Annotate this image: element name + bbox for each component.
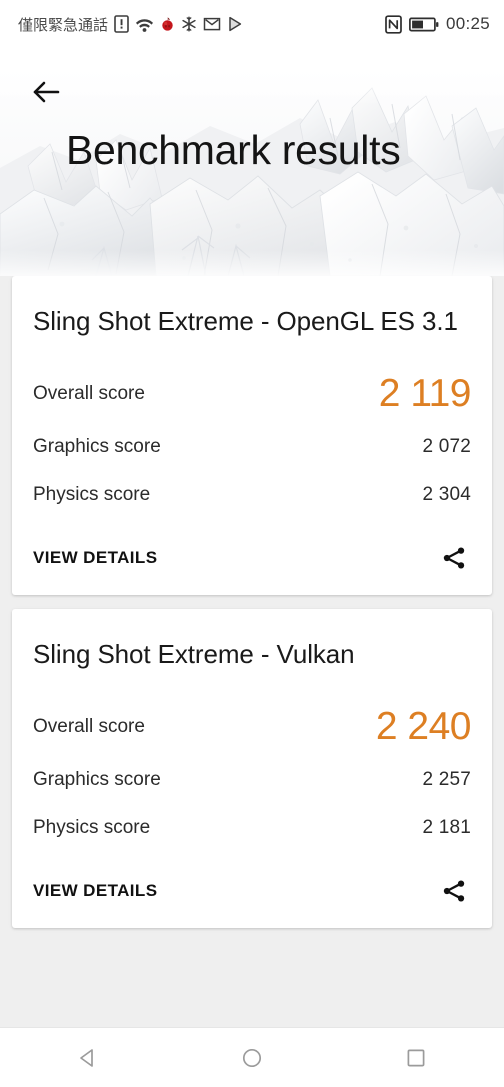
card-title: Sling Shot Extreme - OpenGL ES 3.1 bbox=[33, 306, 458, 336]
wifi-icon bbox=[135, 15, 154, 33]
recents-square-icon bbox=[407, 1049, 425, 1066]
score-list: Overall score 2 240 Graphics score 2 257… bbox=[33, 678, 472, 852]
score-row-overall: Overall score 2 119 bbox=[33, 365, 472, 423]
card-actions: VIEW DETAILS bbox=[33, 521, 471, 595]
card-title: Sling Shot Extreme - Vulkan bbox=[33, 639, 355, 669]
back-button[interactable] bbox=[20, 68, 72, 116]
results-list: Sling Shot Extreme - OpenGL ES 3.1 Overa… bbox=[0, 276, 504, 1027]
score-label: Graphics score bbox=[33, 769, 161, 790]
score-label: Physics score bbox=[33, 484, 151, 505]
score-value: 2 072 bbox=[422, 436, 471, 457]
back-triangle-icon bbox=[80, 1048, 93, 1067]
overall-score-value: 2 119 bbox=[378, 372, 472, 415]
share-icon bbox=[443, 547, 465, 569]
share-button[interactable] bbox=[437, 874, 471, 908]
back-arrow-icon bbox=[33, 81, 60, 103]
overall-score-value: 2 240 bbox=[375, 705, 472, 748]
status-bar-left: 僅限緊急通話 bbox=[18, 14, 243, 35]
page-title: Benchmark results bbox=[66, 127, 401, 173]
nfc-icon bbox=[385, 14, 402, 34]
benchmark-result-card[interactable]: Sling Shot Extreme - OpenGL ES 3.1 Overa… bbox=[12, 276, 492, 595]
benchmark-result-card[interactable]: Sling Shot Extreme - Vulkan Overall scor… bbox=[12, 609, 492, 928]
card-actions: VIEW DETAILS bbox=[33, 854, 471, 928]
score-row-graphics: Graphics score 2 072 bbox=[33, 423, 471, 471]
android-navigation-bar bbox=[0, 1027, 504, 1087]
nav-recents-button[interactable] bbox=[388, 1030, 444, 1086]
carrier-label: 僅限緊急通話 bbox=[18, 15, 109, 34]
app-notification-icon bbox=[160, 15, 175, 33]
view-details-button[interactable]: VIEW DETAILS bbox=[33, 548, 157, 568]
score-label: Overall score bbox=[33, 716, 145, 737]
clock-label: 00:25 bbox=[445, 14, 490, 33]
sim-alert-icon bbox=[114, 15, 129, 33]
score-row-graphics: Graphics score 2 257 bbox=[33, 756, 471, 804]
score-value: 2 304 bbox=[422, 484, 471, 505]
gmail-icon bbox=[203, 15, 221, 33]
status-bar-right: 00:25 bbox=[385, 14, 490, 34]
share-icon bbox=[443, 880, 465, 902]
score-label: Overall score bbox=[33, 383, 145, 404]
battery-icon bbox=[409, 16, 439, 33]
phone-screen: 僅限緊急通話 00:25 Benchmark results Sling Sho… bbox=[0, 0, 504, 1087]
status-bar: 僅限緊急通話 00:25 bbox=[0, 0, 504, 48]
score-row-physics: Physics score 2 181 bbox=[33, 804, 471, 852]
share-button[interactable] bbox=[437, 541, 471, 575]
score-list: Overall score 2 119 Graphics score 2 072… bbox=[33, 345, 472, 519]
score-value: 2 257 bbox=[422, 769, 471, 790]
nav-home-button[interactable] bbox=[224, 1030, 280, 1086]
play-store-icon bbox=[227, 15, 243, 33]
snowflake-icon bbox=[181, 15, 197, 33]
page-header: Benchmark results bbox=[0, 48, 504, 276]
score-label: Graphics score bbox=[33, 436, 161, 457]
score-label: Physics score bbox=[33, 817, 151, 838]
score-row-overall: Overall score 2 240 bbox=[33, 698, 472, 756]
score-value: 2 181 bbox=[422, 817, 471, 838]
nav-back-button[interactable] bbox=[60, 1030, 116, 1086]
home-circle-icon bbox=[242, 1048, 262, 1067]
view-details-button[interactable]: VIEW DETAILS bbox=[33, 881, 157, 901]
score-row-physics: Physics score 2 304 bbox=[33, 471, 471, 519]
